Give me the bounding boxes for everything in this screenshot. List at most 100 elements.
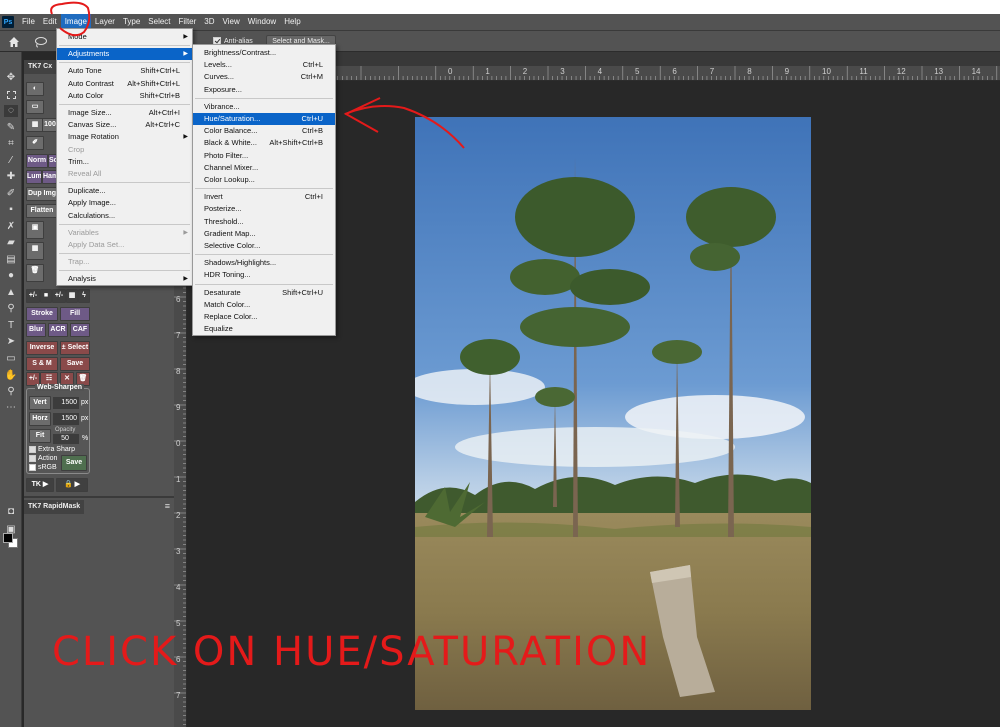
image-menu-item-calculations[interactable]: Calculations... bbox=[57, 210, 192, 222]
eyedropper-tool-icon[interactable]: ⁄ bbox=[4, 155, 18, 167]
image-menu-item-apply-image[interactable]: Apply Image... bbox=[57, 197, 192, 209]
crop-tool-icon[interactable]: ⌗ bbox=[4, 138, 18, 150]
pen-tool-icon[interactable]: ⚲ bbox=[4, 303, 18, 315]
quick-select-tool-icon[interactable]: ✎ bbox=[4, 122, 18, 134]
gradient-tool-icon[interactable]: ▤ bbox=[4, 254, 18, 266]
adjustments-menu-item-photo-filter[interactable]: Photo Filter... bbox=[193, 150, 335, 162]
blur-tool-icon[interactable]: ● bbox=[4, 270, 18, 282]
image-menu-item-auto-tone[interactable]: Auto Tone Shift+Ctrl+L bbox=[57, 65, 192, 77]
tk7-inverse-button[interactable]: Inverse bbox=[26, 341, 58, 355]
tk7-brush-icon[interactable]: ◐ bbox=[26, 82, 44, 96]
menu-3d[interactable]: 3D bbox=[200, 14, 218, 30]
tk7-norm-button[interactable]: Norm bbox=[26, 154, 48, 168]
action-checkbox[interactable]: Action bbox=[29, 455, 57, 462]
tk7-blur-button[interactable]: Blur bbox=[26, 323, 46, 337]
marquee-tool-icon[interactable] bbox=[4, 89, 18, 101]
tk7-acr-button[interactable]: ACR bbox=[48, 323, 68, 337]
lasso-tool-icon[interactable]: ◌ bbox=[4, 105, 18, 117]
image-menu-item-auto-contrast[interactable]: Auto Contrast Alt+Shift+Ctrl+L bbox=[57, 78, 192, 90]
tk7-panel-tab[interactable]: TK7 Cx bbox=[24, 60, 57, 74]
tk7-plus-minus-select-button[interactable]: ± Select bbox=[60, 341, 90, 355]
tk7-caf-button[interactable]: CAF bbox=[70, 323, 90, 337]
more-tools-icon[interactable]: ⋯ bbox=[4, 402, 18, 414]
tk7-stroke-button[interactable]: Stroke bbox=[26, 307, 58, 321]
clone-stamp-tool-icon[interactable]: ▪ bbox=[4, 204, 18, 216]
image-menu-item-adjustments[interactable]: Adjustments ▶ bbox=[57, 48, 192, 61]
opacity-value-field[interactable]: 50 bbox=[53, 434, 79, 444]
tk7-square-icon[interactable]: ■ bbox=[40, 289, 52, 303]
image-menu-item-image-rotation[interactable]: Image Rotation ▶ bbox=[57, 131, 192, 143]
adjustments-menu-item-invert[interactable]: Invert Ctrl+I bbox=[193, 191, 335, 203]
image-menu-item-mode[interactable]: Mode ▶ bbox=[57, 31, 192, 43]
tk7-lock-play-icon[interactable]: 🔒 ▶ bbox=[56, 478, 88, 492]
image-menu-item-trim[interactable]: Trim... bbox=[57, 156, 192, 168]
brush-tool-icon[interactable]: ✐ bbox=[4, 188, 18, 200]
adjustments-menu-item-vibrance[interactable]: Vibrance... bbox=[193, 101, 335, 113]
adjustments-menu-item-posterize[interactable]: Posterize... bbox=[193, 203, 335, 215]
image-menu-item-analysis[interactable]: Analysis ▶ bbox=[57, 273, 192, 285]
adjustments-menu-item-hdr-toning[interactable]: HDR Toning... bbox=[193, 269, 335, 281]
adjustments-menu-item-gradient-map[interactable]: Gradient Map... bbox=[193, 228, 335, 240]
tk7-s-and-m-button[interactable]: S & M bbox=[26, 357, 58, 371]
menu-file[interactable]: File bbox=[18, 14, 39, 30]
adjustments-menu-item-brightness-contrast[interactable]: Brightness/Contrast... bbox=[193, 47, 335, 59]
adjustments-menu-item-color-lookup[interactable]: Color Lookup... bbox=[193, 174, 335, 186]
menu-view[interactable]: View bbox=[219, 14, 244, 30]
tk7-dup-img-button[interactable]: Dup Img bbox=[26, 187, 58, 201]
lasso-tool-icon[interactable] bbox=[34, 36, 48, 48]
foreground-color-swatch[interactable] bbox=[3, 533, 13, 543]
zoom-tool-icon[interactable]: ⚲ bbox=[4, 386, 18, 398]
adjustments-menu-item-replace-color[interactable]: Replace Color... bbox=[193, 311, 335, 323]
tk7-plus-minus-button-2[interactable]: +/- bbox=[52, 289, 66, 303]
path-selection-tool-icon[interactable]: ➤ bbox=[4, 336, 18, 348]
srgb-checkbox[interactable]: sRGB bbox=[29, 464, 57, 471]
menu-window[interactable]: Window bbox=[244, 14, 280, 30]
horz-button[interactable]: Horz bbox=[29, 412, 51, 426]
adjustments-menu-item-threshold[interactable]: Threshold... bbox=[193, 216, 335, 228]
adjustments-menu-item-desaturate[interactable]: Desaturate Shift+Ctrl+U bbox=[193, 287, 335, 299]
tk7-mask-icon[interactable]: ▦ bbox=[26, 242, 44, 260]
adjustments-menu-item-color-balance[interactable]: Color Balance... Ctrl+B bbox=[193, 125, 335, 137]
horz-value-field[interactable]: 1500 bbox=[53, 413, 79, 425]
panel-menu-icon[interactable]: ≡ bbox=[165, 501, 170, 511]
adjustments-menu-item-match-color[interactable]: Match Color... bbox=[193, 299, 335, 311]
tk7-save-button[interactable]: Save bbox=[60, 357, 90, 371]
image-menu-item-image-size[interactable]: Image Size... Alt+Ctrl+I bbox=[57, 107, 192, 119]
extra-sharp-checkbox[interactable]: Extra Sharp bbox=[29, 446, 75, 453]
adjustments-menu-item-black-white[interactable]: Black & White... Alt+Shift+Ctrl+B bbox=[193, 137, 335, 149]
dodge-tool-icon[interactable]: ▲ bbox=[4, 287, 18, 299]
adjustments-menu-item-curves[interactable]: Curves... Ctrl+M bbox=[193, 71, 335, 83]
adjustments-menu-item-hue-saturation[interactable]: Hue/Saturation... Ctrl+U bbox=[193, 113, 335, 125]
quick-mask-icon[interactable]: ◘ bbox=[4, 506, 18, 518]
tk7-brush-button[interactable]: ✐ bbox=[26, 136, 44, 150]
adjustments-menu-item-selective-color[interactable]: Selective Color... bbox=[193, 240, 335, 252]
adjustments-menu-item-exposure[interactable]: Exposure... bbox=[193, 84, 335, 96]
type-tool-icon[interactable]: T bbox=[4, 320, 18, 332]
healing-brush-tool-icon[interactable]: ✚ bbox=[4, 171, 18, 183]
rapidmask-panel-tab[interactable]: TK7 RapidMask bbox=[24, 500, 85, 514]
hand-tool-icon[interactable]: ✋ bbox=[4, 370, 18, 382]
document-canvas-photo[interactable] bbox=[415, 117, 811, 710]
fit-button[interactable]: Fit bbox=[29, 429, 51, 443]
home-icon[interactable] bbox=[8, 36, 20, 48]
tk7-fill-button[interactable]: Fill bbox=[60, 307, 90, 321]
image-menu-item-canvas-size[interactable]: Canvas Size... Alt+Ctrl+C bbox=[57, 119, 192, 131]
adjustments-menu-item-equalize[interactable]: Equalize bbox=[193, 323, 335, 335]
vert-button[interactable]: Vert bbox=[29, 396, 51, 410]
tk7-plus-minus-button[interactable]: +/- bbox=[26, 289, 40, 303]
history-brush-tool-icon[interactable]: ✗ bbox=[4, 221, 18, 233]
eraser-tool-icon[interactable]: ▰ bbox=[4, 237, 18, 249]
tk7-flatten-button[interactable]: Flatten bbox=[26, 204, 58, 218]
tk7-trash-icon[interactable]: 🗑 bbox=[26, 264, 44, 282]
image-menu-item-duplicate[interactable]: Duplicate... bbox=[57, 185, 192, 197]
image-menu-item-auto-color[interactable]: Auto Color Shift+Ctrl+B bbox=[57, 90, 192, 102]
adjustments-menu-item-shadows-highlights[interactable]: Shadows/Highlights... bbox=[193, 257, 335, 269]
adjustments-menu-item-channel-mixer[interactable]: Channel Mixer... bbox=[193, 162, 335, 174]
tk7-lightning-icon[interactable]: ϟ bbox=[78, 289, 90, 303]
tk7-layer-icon[interactable]: ▣ bbox=[26, 221, 44, 239]
menu-help[interactable]: Help bbox=[280, 14, 304, 30]
web-sharpen-save-button[interactable]: Save bbox=[61, 455, 87, 471]
tk7-tk-button[interactable]: TK ▶ bbox=[26, 478, 54, 492]
move-tool-icon[interactable]: ✥ bbox=[4, 72, 18, 84]
tk7-lum-button[interactable]: Lum bbox=[26, 170, 42, 184]
